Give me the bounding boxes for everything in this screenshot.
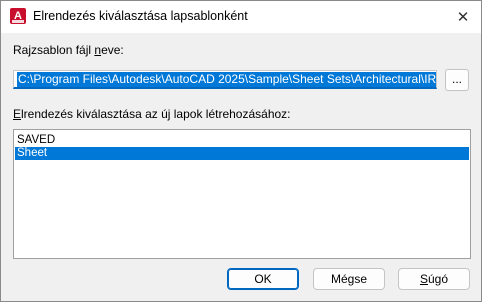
layout-listbox[interactable]: SAVED Sheet [13, 129, 471, 259]
dialog-window: A Elrendezés kiválasztása lapsablonként … [0, 0, 482, 302]
layout-list-label: Elrendezés kiválasztása az új lapok létr… [13, 107, 291, 121]
browse-button[interactable]: ... [445, 69, 469, 91]
autocad-app-icon: A [10, 8, 26, 24]
title-bar[interactable]: A Elrendezés kiválasztása lapsablonként … [1, 1, 481, 33]
list-item-saved[interactable]: SAVED [15, 134, 469, 147]
template-file-path-value: C:\Program Files\Autodesk\AutoCAD 2025\S… [17, 72, 436, 87]
cancel-button[interactable]: Mégse [313, 268, 385, 290]
list-item-sheet[interactable]: Sheet [15, 147, 469, 160]
close-icon[interactable]: ✕ [451, 5, 475, 29]
ok-button[interactable]: OK [227, 268, 299, 290]
window-title: Elrendezés kiválasztása lapsablonként [33, 9, 248, 23]
help-button[interactable]: Súgó [398, 268, 470, 290]
template-file-path-input[interactable]: C:\Program Files\Autodesk\AutoCAD 2025\S… [13, 70, 437, 89]
template-file-label: Rajzsablon fájl neve: [13, 43, 124, 57]
